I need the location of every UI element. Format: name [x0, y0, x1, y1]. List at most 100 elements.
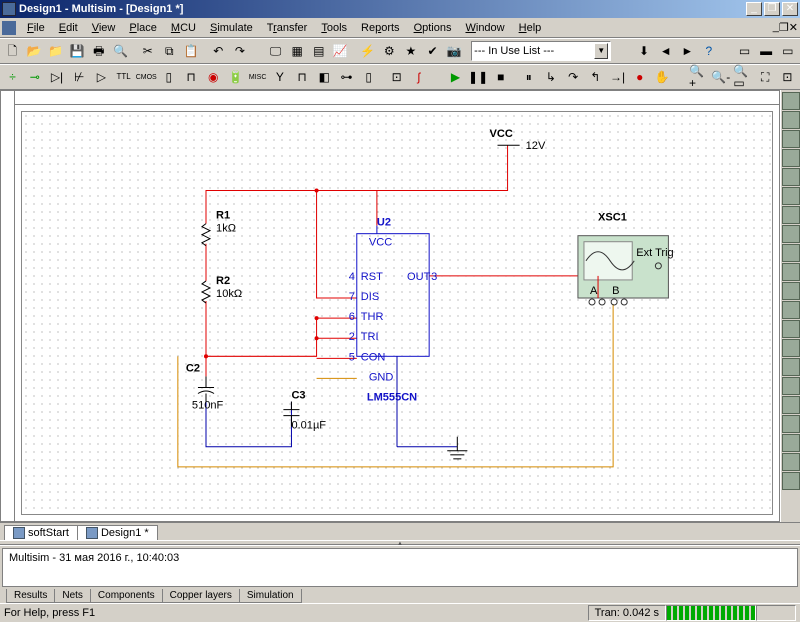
vcc-symbol[interactable]: VCC 12V: [489, 128, 545, 152]
run-button[interactable]: ▶: [445, 66, 466, 88]
copy-button[interactable]: ⧉: [159, 40, 180, 62]
zoom-in-button[interactable]: 🔍+: [688, 66, 709, 88]
close-button[interactable]: ✕: [782, 2, 798, 16]
bode-plotter-icon[interactable]: [782, 187, 800, 205]
menu-file[interactable]: File: [20, 20, 52, 36]
logic-converter-icon[interactable]: [782, 263, 800, 281]
stop-button[interactable]: ■: [490, 66, 511, 88]
electromech-button[interactable]: ⊓: [291, 66, 312, 88]
menu-mcu[interactable]: MCU: [164, 20, 203, 36]
redo-button[interactable]: ↷: [230, 40, 251, 62]
grapher-button[interactable]: 📈: [330, 40, 351, 62]
dropdown-arrow-icon[interactable]: ▼: [594, 43, 608, 59]
tab-softstart[interactable]: softStart: [4, 525, 78, 540]
oscilloscope-icon[interactable]: [782, 149, 800, 167]
erc-button[interactable]: ✔: [422, 40, 443, 62]
source-button[interactable]: ÷: [2, 66, 23, 88]
iv-analyzer-icon[interactable]: [782, 282, 800, 300]
instrument-xsc1[interactable]: XSC1 Ext Trig A B: [578, 212, 674, 305]
capture-button[interactable]: 📷: [444, 40, 465, 62]
cut-button[interactable]: ✂: [137, 40, 158, 62]
component-r1[interactable]: R1 1kΩ: [202, 210, 236, 246]
distortion-icon[interactable]: [782, 301, 800, 319]
agilent-mm-icon[interactable]: [782, 377, 800, 395]
mdi-restore-button[interactable]: ❐: [779, 21, 789, 34]
agilent-scope-icon[interactable]: [782, 396, 800, 414]
goto-button[interactable]: ⬇: [634, 40, 655, 62]
rf-button[interactable]: Y: [269, 66, 290, 88]
otab-simulation[interactable]: Simulation: [239, 589, 302, 603]
four-ch-scope-icon[interactable]: [782, 168, 800, 186]
word-gen-icon[interactable]: [782, 225, 800, 243]
open-sample-button[interactable]: 📁: [45, 40, 66, 62]
hierarchy-button[interactable]: ▭: [734, 40, 755, 62]
mcu-button[interactable]: ▯: [358, 66, 379, 88]
menu-tools[interactable]: Tools: [314, 20, 354, 36]
multimeter-icon[interactable]: [782, 92, 800, 110]
menu-simulate[interactable]: Simulate: [203, 20, 260, 36]
new-button[interactable]: 🗋: [2, 40, 23, 62]
tab-design1[interactable]: Design1 *: [77, 525, 158, 540]
pause-sim-button[interactable]: ⏸: [518, 66, 539, 88]
cmos-button[interactable]: CMOS: [135, 66, 157, 88]
zoom-full-button[interactable]: ⊡: [777, 66, 798, 88]
database-button[interactable]: ▤: [308, 40, 329, 62]
hierarchical-button[interactable]: ⊡: [386, 66, 407, 88]
forward-button[interactable]: ►: [677, 40, 698, 62]
menu-help[interactable]: Help: [512, 20, 549, 36]
wattmeter-icon[interactable]: [782, 130, 800, 148]
pause-button[interactable]: ❚❚: [467, 66, 489, 88]
output-text[interactable]: Multisim - 31 мая 2016 г., 10:40:03: [2, 548, 798, 587]
step-into-button[interactable]: ↳: [540, 66, 561, 88]
current-probe-icon[interactable]: [782, 472, 800, 490]
minimize-button[interactable]: _: [746, 2, 762, 16]
zoom-out-button[interactable]: 🔍-: [710, 66, 731, 88]
freq-counter-icon[interactable]: [782, 206, 800, 224]
save-button[interactable]: 💾: [67, 40, 88, 62]
step-over-button[interactable]: ↷: [563, 66, 584, 88]
otab-components[interactable]: Components: [90, 589, 163, 603]
otab-copper[interactable]: Copper layers: [162, 589, 240, 603]
run-to-button[interactable]: →|: [607, 66, 628, 88]
menu-edit[interactable]: Edit: [52, 20, 85, 36]
power-button[interactable]: 🔋: [225, 66, 246, 88]
labview-icon[interactable]: [782, 434, 800, 452]
component-c3[interactable]: C3 0.01µF: [283, 390, 326, 432]
probe-icon[interactable]: [782, 453, 800, 471]
otab-nets[interactable]: Nets: [54, 589, 91, 603]
open-button[interactable]: 📂: [24, 40, 45, 62]
print-preview-button[interactable]: 🔍: [110, 40, 131, 62]
transistor-button[interactable]: ⊬: [69, 66, 90, 88]
ground-symbol[interactable]: [447, 437, 467, 459]
mixed-button[interactable]: ⊓: [180, 66, 201, 88]
undo-button[interactable]: ↶: [208, 40, 229, 62]
zoom-fit-button[interactable]: ⛶: [755, 66, 776, 88]
step-out-button[interactable]: ↰: [585, 66, 606, 88]
menu-view[interactable]: View: [85, 20, 123, 36]
agilent-fg-icon[interactable]: [782, 358, 800, 376]
basic-button[interactable]: ⊸: [24, 66, 45, 88]
component-wizard-button[interactable]: ★: [401, 40, 422, 62]
otab-results[interactable]: Results: [6, 589, 55, 603]
menu-transfer[interactable]: Transfer: [260, 20, 315, 36]
logic-analyzer-icon[interactable]: [782, 244, 800, 262]
analyze-button[interactable]: ⚡: [357, 40, 378, 62]
menu-options[interactable]: Options: [407, 20, 459, 36]
breakpoints-button[interactable]: ✋: [651, 66, 672, 88]
ni-button[interactable]: ◧: [314, 66, 335, 88]
breadboard-button[interactable]: ▬: [756, 40, 777, 62]
connector-button[interactable]: ⊶: [336, 66, 357, 88]
analog-button[interactable]: ▷: [91, 66, 112, 88]
back-button[interactable]: ◄: [655, 40, 676, 62]
misc-button[interactable]: MISC: [247, 66, 268, 88]
postproc-button[interactable]: ⚙: [379, 40, 400, 62]
schematic-canvas[interactable]: VCC 12V R1 1kΩ R2 10kΩ: [14, 104, 780, 522]
menu-reports[interactable]: Reports: [354, 20, 407, 36]
paste-button[interactable]: 📋: [181, 40, 202, 62]
zoom-area-button[interactable]: 🔍▭: [732, 66, 753, 88]
ttl-button[interactable]: TTL: [113, 66, 134, 88]
menu-place[interactable]: Place: [122, 20, 164, 36]
bus-button[interactable]: ʃ: [408, 66, 429, 88]
diode-button[interactable]: ▷|: [46, 66, 67, 88]
network-analyzer-icon[interactable]: [782, 339, 800, 357]
